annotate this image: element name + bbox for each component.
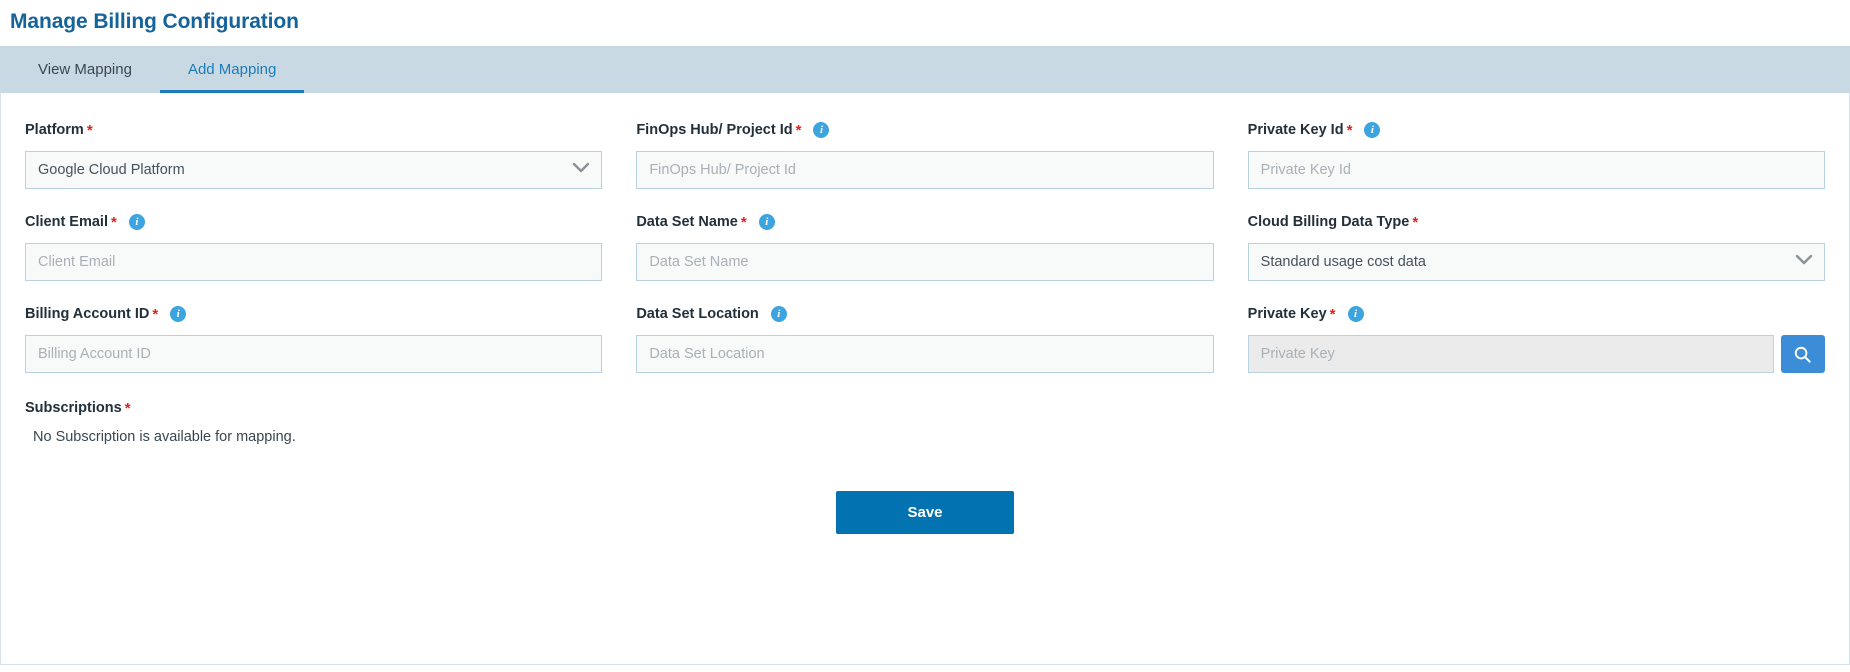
field-cloud-billing-data-type: Cloud Billing Data Type * Standard usage c… xyxy=(1247,209,1825,301)
required-marker: * xyxy=(795,121,802,139)
field-data-set-location: Data Set Location i xyxy=(636,301,1214,393)
private-key-id-control xyxy=(1247,151,1825,189)
data-set-location-control xyxy=(636,335,1214,373)
subscriptions-empty-message: No Subscription is available for mapping… xyxy=(33,429,296,445)
required-marker: * xyxy=(124,399,131,417)
subscriptions-label-text: Subscriptions xyxy=(25,400,122,416)
label-text: Client Email xyxy=(25,214,108,230)
private-key-control xyxy=(1247,335,1825,373)
subscriptions-label: Subscriptions * xyxy=(25,395,1825,421)
billing-config-form: Platform * Google Cloud Platform FinOps Hub… xyxy=(25,117,1825,393)
save-button[interactable]: Save xyxy=(836,491,1014,534)
page-title: Manage Billing Configuration xyxy=(10,10,299,33)
info-icon[interactable]: i xyxy=(1347,306,1364,322)
private-key-id-label: Private Key Id * i xyxy=(1248,117,1825,143)
field-client-email: Client Email * i xyxy=(25,209,603,301)
add-mapping-card: Platform * Google Cloud Platform FinOps Hub… xyxy=(0,93,1850,665)
data-set-location-input[interactable] xyxy=(636,335,1214,373)
billing-account-id-input[interactable] xyxy=(25,335,603,373)
cloud-billing-data-type-label: Cloud Billing Data Type * xyxy=(1248,209,1825,235)
label-text: Data Set Location xyxy=(636,306,759,322)
required-marker: * xyxy=(86,121,93,139)
client-email-input[interactable] xyxy=(25,243,603,281)
field-private-key-id: Private Key Id * i xyxy=(1247,117,1825,209)
label-text: Platform xyxy=(25,122,84,138)
search-icon xyxy=(1793,345,1812,364)
tab-add-mapping[interactable]: Add Mapping xyxy=(159,46,305,93)
subscriptions-section: Subscriptions * No Subscription is availa… xyxy=(25,393,1825,445)
finops-hub-project-id-label: FinOps Hub/ Project Id * i xyxy=(636,117,1213,143)
form-actions: Save xyxy=(25,491,1825,534)
info-icon[interactable]: i xyxy=(813,122,830,138)
private-key-search-button[interactable] xyxy=(1780,335,1825,373)
cloud-billing-data-type-select[interactable]: Standard usage cost data xyxy=(1247,243,1825,281)
label-text: Billing Account ID xyxy=(25,306,150,322)
info-icon[interactable]: i xyxy=(770,306,787,322)
platform-selected-value[interactable]: Google Cloud Platform xyxy=(25,151,603,189)
field-finops-hub-project-id: FinOps Hub/ Project Id * i xyxy=(636,117,1214,209)
required-marker: * xyxy=(152,305,159,323)
data-set-name-control xyxy=(636,243,1214,281)
field-data-set-name: Data Set Name * i xyxy=(636,209,1214,301)
client-email-label: Client Email * i xyxy=(25,209,602,235)
private-key-id-input[interactable] xyxy=(1247,151,1825,189)
field-private-key: Private Key * i xyxy=(1247,301,1825,393)
tab-view-mapping[interactable]: View Mapping xyxy=(10,46,160,93)
label-text: FinOps Hub/ Project Id xyxy=(636,122,793,138)
required-marker: * xyxy=(1412,213,1419,231)
platform-select[interactable]: Google Cloud Platform xyxy=(25,151,603,189)
data-set-location-label: Data Set Location i xyxy=(636,301,1213,327)
page-root: Manage Billing Configuration View Mappin… xyxy=(0,0,1850,665)
cloud-billing-data-type-selected-value[interactable]: Standard usage cost data xyxy=(1247,243,1825,281)
required-marker: * xyxy=(111,213,117,231)
finops-hub-project-id-control xyxy=(636,151,1214,189)
finops-hub-project-id-input[interactable] xyxy=(636,151,1214,189)
info-icon[interactable]: i xyxy=(170,306,187,322)
platform-control: Google Cloud Platform xyxy=(25,151,603,189)
label-text: Data Set Name xyxy=(636,214,738,230)
data-set-name-input[interactable] xyxy=(636,243,1214,281)
data-set-name-label: Data Set Name * i xyxy=(636,209,1213,235)
label-text: Private Key xyxy=(1247,306,1327,322)
required-marker: * xyxy=(1329,305,1336,323)
client-email-control xyxy=(25,243,603,281)
required-marker: * xyxy=(1346,121,1353,139)
info-icon[interactable]: i xyxy=(128,214,145,230)
tab-bar: View Mapping Add Mapping xyxy=(0,46,1850,93)
private-key-input[interactable] xyxy=(1247,335,1774,373)
platform-label: Platform * xyxy=(25,117,602,143)
info-icon[interactable]: i xyxy=(1364,122,1381,138)
info-icon[interactable]: i xyxy=(758,214,775,230)
label-text: Private Key Id xyxy=(1247,122,1344,138)
required-marker: * xyxy=(740,213,747,231)
field-billing-account-id: Billing Account ID * i xyxy=(25,301,603,393)
billing-account-id-control xyxy=(25,335,603,373)
tab-label: Add Mapping xyxy=(187,61,277,78)
cloud-billing-data-type-control: Standard usage cost data xyxy=(1247,243,1825,281)
field-platform: Platform * Google Cloud Platform xyxy=(25,117,603,209)
tab-label: View Mapping xyxy=(38,61,132,78)
private-key-label: Private Key * i xyxy=(1248,301,1825,327)
billing-account-id-label: Billing Account ID * i xyxy=(25,301,602,327)
label-text: Cloud Billing Data Type xyxy=(1247,214,1410,230)
